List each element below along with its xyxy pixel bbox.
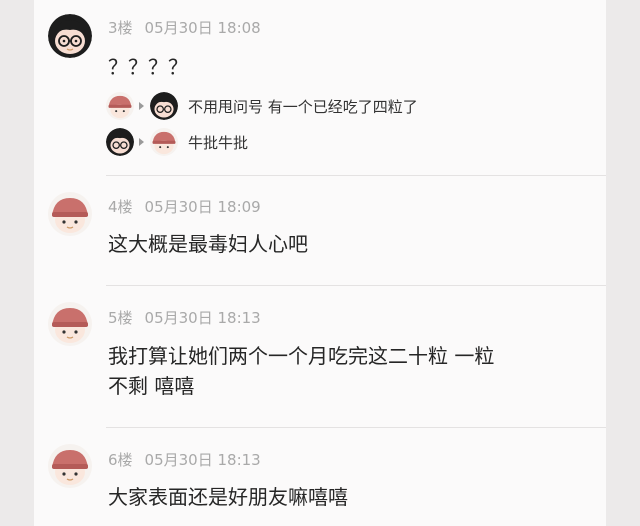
floor-number: 5楼	[108, 309, 133, 327]
comment-text-line-2: 不剩 嘻嘻	[108, 374, 195, 398]
comment-time: 05月30日 18:08	[144, 19, 261, 37]
floor-number: 4楼	[108, 198, 133, 216]
comment-text-line-1: 我打算让她们两个一个月吃完这二十粒 一粒	[108, 344, 495, 368]
comment-time: 05月30日 18:13	[144, 309, 261, 327]
reply-arrow-icon	[139, 102, 144, 110]
girl-with-hat-avatar	[106, 92, 134, 120]
girl-with-hat-avatar[interactable]	[48, 444, 92, 488]
comment-meta: 5楼 05月30日 18:13	[108, 307, 261, 328]
reply-row-2[interactable]: 牛批牛批	[106, 128, 586, 158]
comment-thread: 3楼 05月30日 18:08 ？？？？ 不用甩问号 有一个已经吃了四粒了 牛批…	[34, 0, 606, 526]
reply-row-1[interactable]: 不用甩问号 有一个已经吃了四粒了	[106, 92, 586, 122]
comment-meta: 6楼 05月30日 18:13	[108, 449, 261, 470]
comment-text: ？？？？	[108, 55, 188, 79]
comment-time: 05月30日 18:09	[144, 198, 261, 216]
reply-text: 不用甩问号 有一个已经吃了四粒了	[188, 98, 418, 116]
reply-text: 牛批牛批	[188, 134, 249, 152]
divider	[106, 285, 606, 286]
comment-text: 大家表面还是好朋友嘛嘻嘻	[108, 485, 348, 509]
comment-meta: 3楼 05月30日 18:08	[108, 17, 261, 38]
reply-arrow-icon	[139, 138, 144, 146]
girl-with-hat-avatar[interactable]	[48, 302, 92, 346]
divider	[106, 427, 606, 428]
girl-with-hat-avatar[interactable]	[48, 192, 92, 236]
boy-with-glasses-avatar	[150, 92, 178, 120]
girl-with-hat-avatar	[150, 128, 178, 156]
divider	[106, 175, 606, 176]
boy-with-glasses-avatar[interactable]	[48, 14, 92, 58]
comment-time: 05月30日 18:13	[144, 451, 261, 469]
floor-number: 6楼	[108, 451, 133, 469]
comment-meta: 4楼 05月30日 18:09	[108, 196, 261, 217]
comment-text: 这大概是最毒妇人心吧	[108, 232, 308, 256]
boy-with-glasses-avatar	[106, 128, 134, 156]
floor-number: 3楼	[108, 19, 133, 37]
